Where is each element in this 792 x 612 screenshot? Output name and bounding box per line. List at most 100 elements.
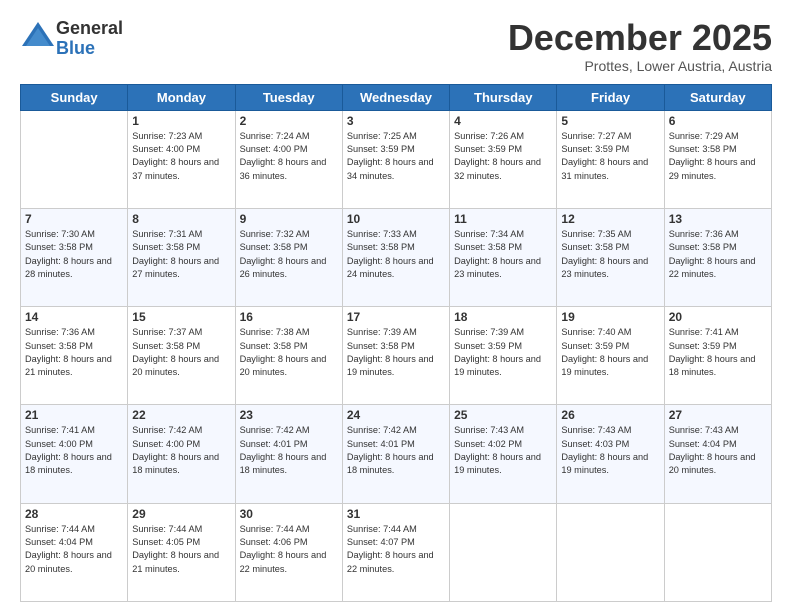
day-number: 21 (25, 408, 123, 422)
logo-icon (20, 18, 56, 54)
header: General Blue December 2025 Prottes, Lowe… (20, 18, 772, 74)
day-info: Sunrise: 7:23 AMSunset: 4:00 PMDaylight:… (132, 131, 219, 181)
day-info: Sunrise: 7:36 AMSunset: 3:58 PMDaylight:… (25, 327, 112, 377)
day-number: 30 (240, 507, 338, 521)
day-info: Sunrise: 7:34 AMSunset: 3:58 PMDaylight:… (454, 229, 541, 279)
day-number: 2 (240, 114, 338, 128)
day-number: 8 (132, 212, 230, 226)
calendar-cell: 29 Sunrise: 7:44 AMSunset: 4:05 PMDayligh… (128, 503, 235, 601)
day-number: 29 (132, 507, 230, 521)
day-info: Sunrise: 7:30 AMSunset: 3:58 PMDaylight:… (25, 229, 112, 279)
calendar-cell: 10 Sunrise: 7:33 AMSunset: 3:58 PMDayligh… (342, 208, 449, 306)
day-header-thursday: Thursday (450, 84, 557, 110)
calendar-cell: 31 Sunrise: 7:44 AMSunset: 4:07 PMDayligh… (342, 503, 449, 601)
day-header-saturday: Saturday (664, 84, 771, 110)
calendar-cell: 5 Sunrise: 7:27 AMSunset: 3:59 PMDaylight… (557, 110, 664, 208)
calendar-cell: 28 Sunrise: 7:44 AMSunset: 4:04 PMDayligh… (21, 503, 128, 601)
calendar-cell: 18Sunrise: 7:39 AMSunset: 3:59 PMDayligh… (450, 307, 557, 405)
day-number: 4 (454, 114, 552, 128)
calendar-cell: 1 Sunrise: 7:23 AMSunset: 4:00 PMDaylight… (128, 110, 235, 208)
day-number: 25 (454, 408, 552, 422)
calendar-cell: 23 Sunrise: 7:42 AMSunset: 4:01 PMDayligh… (235, 405, 342, 503)
day-info: Sunrise: 7:44 AMSunset: 4:04 PMDaylight:… (25, 524, 112, 574)
day-info: Sunrise: 7:43 AMSunset: 4:04 PMDaylight:… (669, 425, 756, 475)
calendar-cell: 15 Sunrise: 7:37 AMSunset: 3:58 PMDayligh… (128, 307, 235, 405)
day-number: 15 (132, 310, 230, 324)
calendar-week-row: 14 Sunrise: 7:36 AMSunset: 3:58 PMDayligh… (21, 307, 772, 405)
day-info: Sunrise: 7:29 AMSunset: 3:58 PMDaylight:… (669, 131, 756, 181)
day-header-tuesday: Tuesday (235, 84, 342, 110)
title-block: December 2025 Prottes, Lower Austria, Au… (508, 18, 772, 74)
day-number: 20 (669, 310, 767, 324)
day-info: Sunrise: 7:44 AMSunset: 4:05 PMDaylight:… (132, 524, 219, 574)
logo-blue-label: Blue (56, 39, 123, 59)
calendar-cell: 12Sunrise: 7:35 AMSunset: 3:58 PMDayligh… (557, 208, 664, 306)
day-info: Sunrise: 7:31 AMSunset: 3:58 PMDaylight:… (132, 229, 219, 279)
day-number: 16 (240, 310, 338, 324)
day-header-monday: Monday (128, 84, 235, 110)
calendar-cell: 14 Sunrise: 7:36 AMSunset: 3:58 PMDayligh… (21, 307, 128, 405)
calendar-week-row: 1 Sunrise: 7:23 AMSunset: 4:00 PMDaylight… (21, 110, 772, 208)
calendar-cell: 9Sunrise: 7:32 AMSunset: 3:58 PMDaylight… (235, 208, 342, 306)
calendar-cell: 17 Sunrise: 7:39 AMSunset: 3:58 PMDayligh… (342, 307, 449, 405)
day-info: Sunrise: 7:39 AMSunset: 3:58 PMDaylight:… (347, 327, 434, 377)
day-info: Sunrise: 7:44 AMSunset: 4:06 PMDaylight:… (240, 524, 327, 574)
location: Prottes, Lower Austria, Austria (508, 58, 772, 74)
page: General Blue December 2025 Prottes, Lowe… (0, 0, 792, 612)
day-info: Sunrise: 7:43 AMSunset: 4:03 PMDaylight:… (561, 425, 648, 475)
calendar-cell: 13Sunrise: 7:36 AMSunset: 3:58 PMDayligh… (664, 208, 771, 306)
calendar-cell: 20Sunrise: 7:41 AMSunset: 3:59 PMDayligh… (664, 307, 771, 405)
month-title: December 2025 (508, 18, 772, 58)
day-header-friday: Friday (557, 84, 664, 110)
day-number: 22 (132, 408, 230, 422)
calendar-cell (664, 503, 771, 601)
logo: General Blue (20, 18, 123, 59)
day-number: 3 (347, 114, 445, 128)
calendar-cell (557, 503, 664, 601)
day-number: 7 (25, 212, 123, 226)
day-info: Sunrise: 7:27 AMSunset: 3:59 PMDaylight:… (561, 131, 648, 181)
day-info: Sunrise: 7:35 AMSunset: 3:58 PMDaylight:… (561, 229, 648, 279)
day-number: 23 (240, 408, 338, 422)
day-info: Sunrise: 7:44 AMSunset: 4:07 PMDaylight:… (347, 524, 434, 574)
day-info: Sunrise: 7:41 AMSunset: 4:00 PMDaylight:… (25, 425, 112, 475)
day-header-wednesday: Wednesday (342, 84, 449, 110)
day-info: Sunrise: 7:42 AMSunset: 4:01 PMDaylight:… (347, 425, 434, 475)
day-info: Sunrise: 7:26 AMSunset: 3:59 PMDaylight:… (454, 131, 541, 181)
calendar-cell: 22Sunrise: 7:42 AMSunset: 4:00 PMDayligh… (128, 405, 235, 503)
day-number: 1 (132, 114, 230, 128)
day-number: 5 (561, 114, 659, 128)
day-number: 11 (454, 212, 552, 226)
day-number: 18 (454, 310, 552, 324)
day-number: 6 (669, 114, 767, 128)
day-number: 9 (240, 212, 338, 226)
day-number: 28 (25, 507, 123, 521)
day-number: 31 (347, 507, 445, 521)
day-number: 27 (669, 408, 767, 422)
day-info: Sunrise: 7:42 AMSunset: 4:01 PMDaylight:… (240, 425, 327, 475)
day-info: Sunrise: 7:43 AMSunset: 4:02 PMDaylight:… (454, 425, 541, 475)
calendar-cell: 24 Sunrise: 7:42 AMSunset: 4:01 PMDayligh… (342, 405, 449, 503)
day-info: Sunrise: 7:24 AMSunset: 4:00 PMDaylight:… (240, 131, 327, 181)
calendar-cell: 7 Sunrise: 7:30 AMSunset: 3:58 PMDaylight… (21, 208, 128, 306)
calendar-cell: 8 Sunrise: 7:31 AMSunset: 3:58 PMDaylight… (128, 208, 235, 306)
calendar-week-row: 21 Sunrise: 7:41 AMSunset: 4:00 PMDayligh… (21, 405, 772, 503)
day-info: Sunrise: 7:38 AMSunset: 3:58 PMDaylight:… (240, 327, 327, 377)
calendar-cell: 25 Sunrise: 7:43 AMSunset: 4:02 PMDayligh… (450, 405, 557, 503)
day-number: 24 (347, 408, 445, 422)
calendar-header-row: SundayMondayTuesdayWednesdayThursdayFrid… (21, 84, 772, 110)
day-info: Sunrise: 7:25 AMSunset: 3:59 PMDaylight:… (347, 131, 434, 181)
day-info: Sunrise: 7:37 AMSunset: 3:58 PMDaylight:… (132, 327, 219, 377)
day-info: Sunrise: 7:36 AMSunset: 3:58 PMDaylight:… (669, 229, 756, 279)
calendar-cell: 16 Sunrise: 7:38 AMSunset: 3:58 PMDayligh… (235, 307, 342, 405)
calendar-cell: 30 Sunrise: 7:44 AMSunset: 4:06 PMDayligh… (235, 503, 342, 601)
day-number: 17 (347, 310, 445, 324)
day-info: Sunrise: 7:33 AMSunset: 3:58 PMDaylight:… (347, 229, 434, 279)
calendar-cell: 6 Sunrise: 7:29 AMSunset: 3:58 PMDaylight… (664, 110, 771, 208)
calendar-week-row: 28 Sunrise: 7:44 AMSunset: 4:04 PMDayligh… (21, 503, 772, 601)
day-number: 10 (347, 212, 445, 226)
logo-general-label: General (56, 19, 123, 39)
logo-text: General Blue (56, 19, 123, 59)
calendar-cell: 26Sunrise: 7:43 AMSunset: 4:03 PMDayligh… (557, 405, 664, 503)
day-number: 14 (25, 310, 123, 324)
